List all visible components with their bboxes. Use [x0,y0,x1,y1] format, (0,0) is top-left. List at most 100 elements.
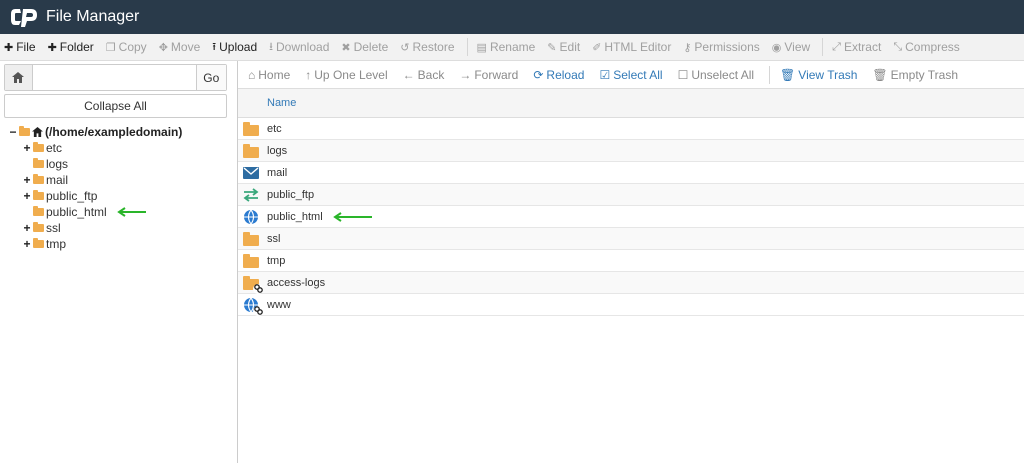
title-bar: File Manager [0,0,1024,34]
tree-item-label: public_html [46,205,107,219]
annotation-arrow-icon [116,207,146,217]
restore-button[interactable]: ↺ Restore [400,40,454,54]
tree-item-ssl[interactable]: + ssl [8,220,236,236]
file-panel: ⌂ Home ↑ Up One Level ← Back → Forward ⟳ Relo… [238,61,1024,463]
file-name: public_html [267,210,323,223]
copy-button[interactable]: ❐ Copy [106,40,147,54]
expand-toggle-icon[interactable]: + [22,173,32,187]
expand-toggle-icon[interactable]: + [22,189,32,203]
permissions-button[interactable]: ⚷ Permissions [683,40,759,54]
expand-toggle-icon[interactable]: + [22,221,32,235]
folder-icon [33,142,44,152]
folder-icon [242,121,260,137]
tree-item-label: ssl [46,221,61,235]
view-trash-button[interactable]: 🗑 View Trash [780,68,857,82]
empty-trash-button[interactable]: 🗑 Empty Trash [872,68,958,82]
file-list: etc logs mail public_ftp public_html ssl… [238,118,1024,316]
main-area: Go Collapse All − (/home/exampledomain) … [0,61,1024,463]
tree-item-etc[interactable]: + etc [8,140,236,156]
up-one-level-button[interactable]: ↑ Up One Level [305,68,387,82]
table-row[interactable]: www [238,294,1024,316]
column-header-name[interactable]: Name [238,89,1024,118]
file-name: ssl [267,232,281,245]
navigation-bar: ⌂ Home ↑ Up One Level ← Back → Forward ⟳ Relo… [238,61,1024,89]
arrow-right-icon: → [459,67,472,82]
back-button[interactable]: ← Back [403,68,445,82]
tree-item-label: etc [46,141,63,155]
html-editor-icon: ✐ [592,41,602,54]
download-button[interactable]: ⭳ Download [269,38,329,57]
rename-icon: ▤ [476,41,487,54]
arrow-left-icon: ← [402,67,415,82]
trash-icon: 🗑 [780,67,796,82]
nav-divider [769,65,771,84]
collapse-all-button[interactable]: Collapse All [4,94,227,118]
transfer-icon [242,187,260,203]
folder-icon [242,143,260,159]
select-all-button[interactable]: ☑ Select All [599,68,662,82]
copy-icon: ❐ [105,41,116,54]
edit-button[interactable]: ✎ Edit [547,40,580,54]
new-folder-button[interactable]: ✚ Folder [48,40,94,54]
globe-icon [242,209,260,225]
tree-root-label: (/home/exampledomain) [45,125,183,139]
file-name: etc [267,122,282,135]
delete-button[interactable]: ✖ Delete [341,40,388,54]
tree-item-label: logs [46,157,69,171]
table-row[interactable]: ssl [238,228,1024,250]
rename-button[interactable]: ▤ Rename [477,40,536,54]
tree-item-public-ftp[interactable]: + public_ftp [8,188,236,204]
table-row[interactable]: etc [238,118,1024,140]
path-input[interactable] [32,65,196,90]
table-row[interactable]: logs [238,140,1024,162]
toolbar-divider [466,38,468,56]
trash-icon: 🗑 [872,67,888,82]
folder-icon [33,190,44,200]
html-editor-button[interactable]: ✐ HTML Editor [592,40,671,54]
table-row[interactable]: access-logs [238,272,1024,294]
go-button[interactable]: Go [195,65,226,90]
checkbox-empty-icon: ☐ [677,67,689,82]
home-icon [32,127,43,137]
reload-button[interactable]: ⟳ Reload [533,68,584,82]
download-icon: ⭳ [269,40,273,53]
table-row[interactable]: mail [238,162,1024,184]
expand-toggle-icon[interactable]: + [22,237,32,251]
file-name: mail [267,166,288,179]
tree-root[interactable]: − (/home/exampledomain) [8,124,236,140]
tree-item-mail[interactable]: + mail [8,172,236,188]
toolbar-divider [822,38,824,56]
folder-tree: − (/home/exampledomain) + etc logs + mai… [8,124,236,252]
extract-button[interactable]: ⤢ Extract [832,40,881,54]
tree-item-label: tmp [46,237,67,251]
upload-button[interactable]: ⭱ Upload [212,38,257,57]
tree-item-tmp[interactable]: + tmp [8,236,236,252]
plus-icon: ✚ [4,41,14,54]
compress-button[interactable]: ⤡ Compress [893,40,960,54]
home-icon[interactable] [5,65,33,90]
folder-open-icon [19,126,30,136]
table-row[interactable]: public_html [238,206,1024,228]
table-row[interactable]: public_ftp [238,184,1024,206]
tree-item-public-html[interactable]: public_html [8,204,236,220]
home-icon: ⌂ [248,67,256,82]
table-row[interactable]: tmp [238,250,1024,272]
new-file-button[interactable]: ✚ File [4,40,36,54]
folder-icon [33,238,44,248]
unselect-all-button[interactable]: ☐ Unselect All [678,68,754,82]
app-title: File Manager [46,8,140,25]
collapse-toggle-icon[interactable]: − [8,125,18,139]
tree-item-label: public_ftp [46,189,98,203]
plus-icon: ✚ [47,41,57,54]
expand-toggle-icon[interactable]: + [22,141,32,155]
folder-icon [33,222,44,232]
tree-item-logs[interactable]: logs [8,156,236,172]
home-button[interactable]: ⌂ Home [248,68,290,82]
compress-icon: ⤡ [893,40,903,53]
mail-icon [242,165,260,181]
move-button[interactable]: ✥ Move [159,40,201,54]
forward-button[interactable]: → Forward [459,68,518,82]
file-name: tmp [267,254,286,267]
path-search-group: Go [4,64,227,91]
view-button[interactable]: ◉ View [772,40,810,54]
